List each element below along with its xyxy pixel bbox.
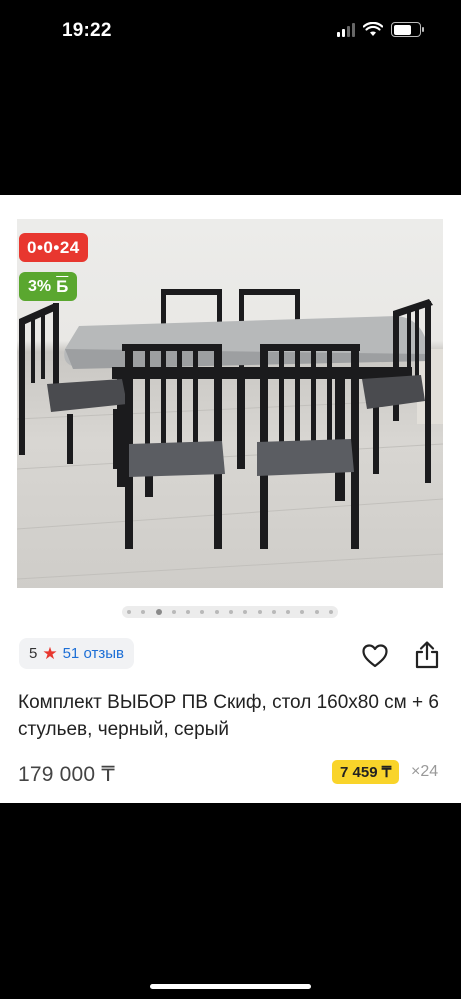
wifi-icon [363, 22, 383, 36]
pagination-dot[interactable] [127, 610, 131, 614]
rating-pill[interactable]: 5 ★ 51 отзыв [19, 638, 134, 669]
product-card: 0•0•24 3% Б 5 ★ 51 отзыв Комплект ВЫБОР … [0, 195, 461, 803]
pagination-dot[interactable] [243, 610, 248, 614]
star-icon: ★ [42, 644, 58, 663]
rating-score: 5 [29, 645, 38, 662]
pagination-dot[interactable] [228, 610, 233, 614]
pagination-dot[interactable] [186, 610, 191, 614]
battery-icon [391, 22, 424, 37]
pagination-dot[interactable] [214, 610, 219, 614]
share-button[interactable] [413, 640, 441, 670]
status-bar: 19:22 [0, 0, 461, 64]
pagination-dot[interactable] [155, 609, 162, 615]
status-icons [337, 22, 424, 37]
installment-multiplier: ×24 [411, 763, 439, 780]
product-price: 179 000 ₸ [18, 763, 115, 786]
pagination-dot[interactable] [141, 610, 146, 614]
reviews-link[interactable]: 51 отзыв [63, 645, 124, 662]
product-title: Комплект ВЫБОР ПВ Скиф, стол 160х80 см +… [18, 692, 439, 740]
share-icon [415, 641, 439, 669]
pagination-dot[interactable] [314, 610, 319, 614]
home-indicator[interactable] [150, 984, 311, 989]
status-time: 19:22 [62, 20, 112, 41]
bonus-icon: Б [56, 276, 69, 296]
signal-icon [337, 22, 355, 37]
product-photo-illustration [17, 289, 443, 580]
timer-badge: 0•0•24 [19, 233, 88, 262]
pagination-dot[interactable] [171, 610, 176, 614]
pagination-dot[interactable] [200, 610, 205, 614]
pagination-dot[interactable] [300, 610, 305, 614]
product-photo[interactable] [17, 219, 443, 588]
gallery-pagination[interactable] [122, 606, 338, 618]
heart-icon [362, 644, 388, 668]
pagination-dot[interactable] [328, 610, 333, 614]
installment-badge[interactable]: 7 459 ₸ [332, 760, 400, 784]
pagination-dot[interactable] [271, 610, 276, 614]
bonus-percent: 3% [28, 277, 52, 295]
bonus-badge: 3% Б [19, 272, 78, 301]
favorite-button[interactable] [361, 643, 389, 669]
phone-screen: 19:22 0•0•24 3% Б 5 ★ 51 отзыв Комплект … [0, 0, 461, 999]
pagination-dot[interactable] [286, 610, 291, 614]
pagination-dot[interactable] [257, 610, 262, 614]
